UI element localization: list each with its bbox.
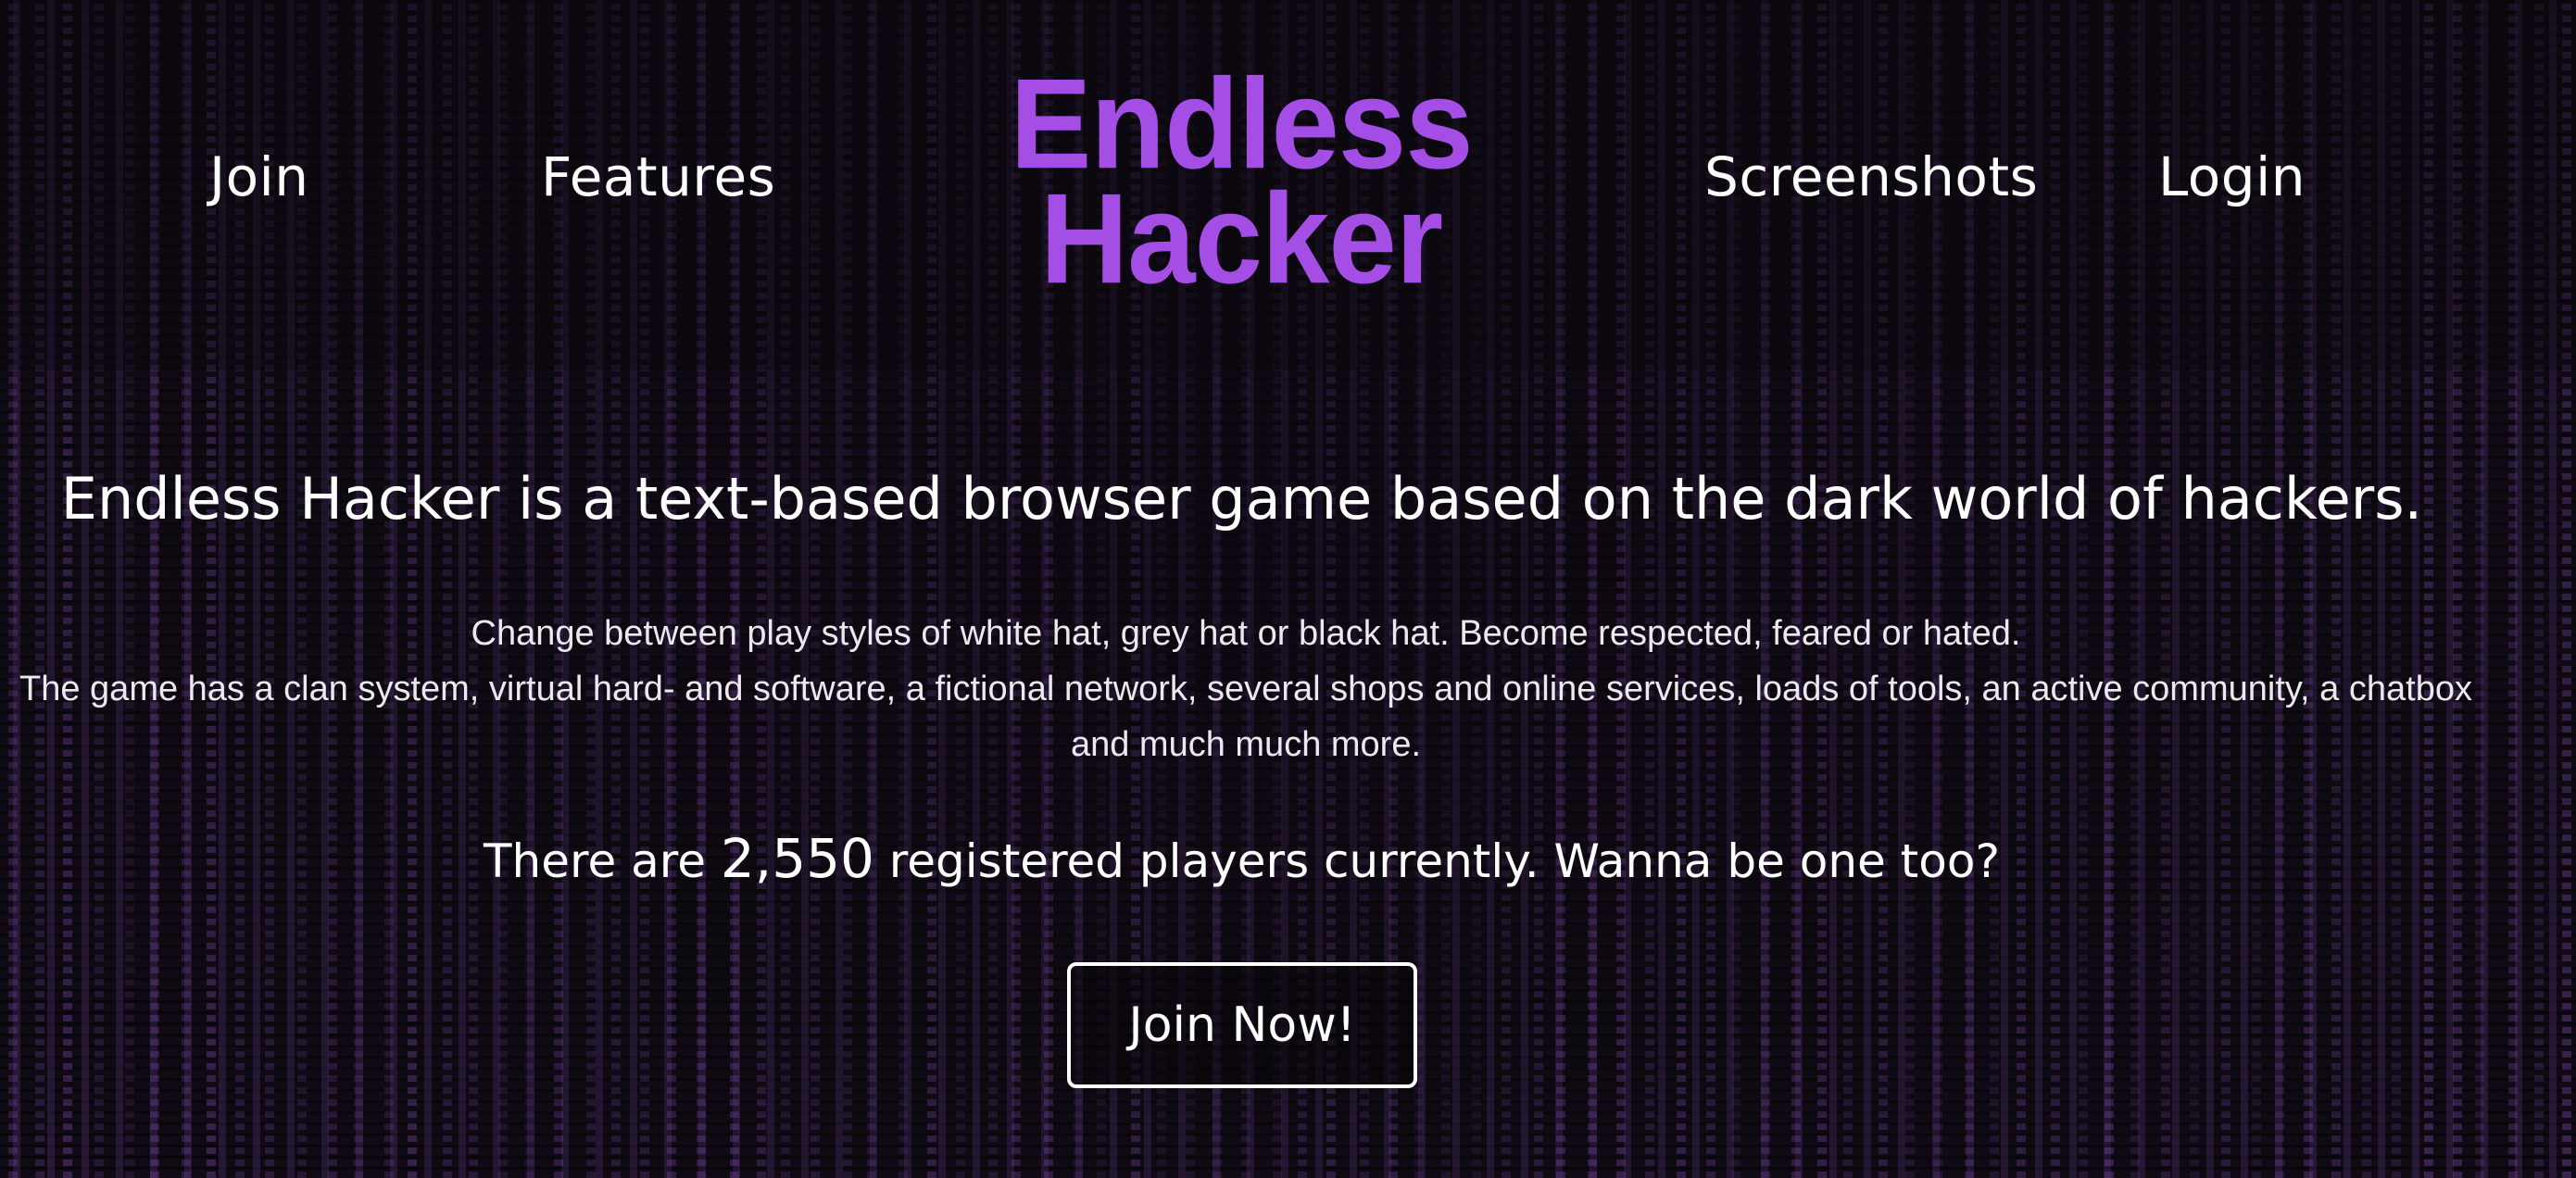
players-suffix: registered players currently. Wanna be o… bbox=[873, 834, 2000, 888]
landing-page: Join Features Endless Hacker Screenshots… bbox=[0, 0, 2576, 1178]
hero-headline: Endless Hacker is a text-based browser g… bbox=[60, 465, 2423, 533]
logo-line-1: Endless bbox=[1010, 52, 1473, 195]
description-line-2: The game has a clan system, virtual hard… bbox=[19, 670, 2472, 764]
nav-join-link[interactable]: Join bbox=[209, 150, 308, 204]
players-prefix: There are bbox=[484, 834, 721, 888]
hero-description: Change between play styles of white hat,… bbox=[19, 606, 2473, 772]
nav-features-link[interactable]: Features bbox=[541, 150, 775, 204]
nav-login-link[interactable]: Login bbox=[2158, 150, 2306, 204]
players-count: 2,550 bbox=[720, 827, 874, 890]
top-navigation: Join Features Endless Hacker Screenshots… bbox=[0, 0, 2576, 370]
join-now-button[interactable]: Join Now! bbox=[1067, 962, 1417, 1088]
registered-players-text: There are 2,550 registered players curre… bbox=[0, 827, 2483, 890]
logo-line-2: Hacker bbox=[1039, 167, 1443, 310]
description-line-1: Change between play styles of white hat,… bbox=[471, 614, 2021, 653]
endless-hacker-logo[interactable]: Endless Hacker bbox=[1000, 52, 1482, 310]
nav-screenshots-link[interactable]: Screenshots bbox=[1704, 150, 2038, 204]
